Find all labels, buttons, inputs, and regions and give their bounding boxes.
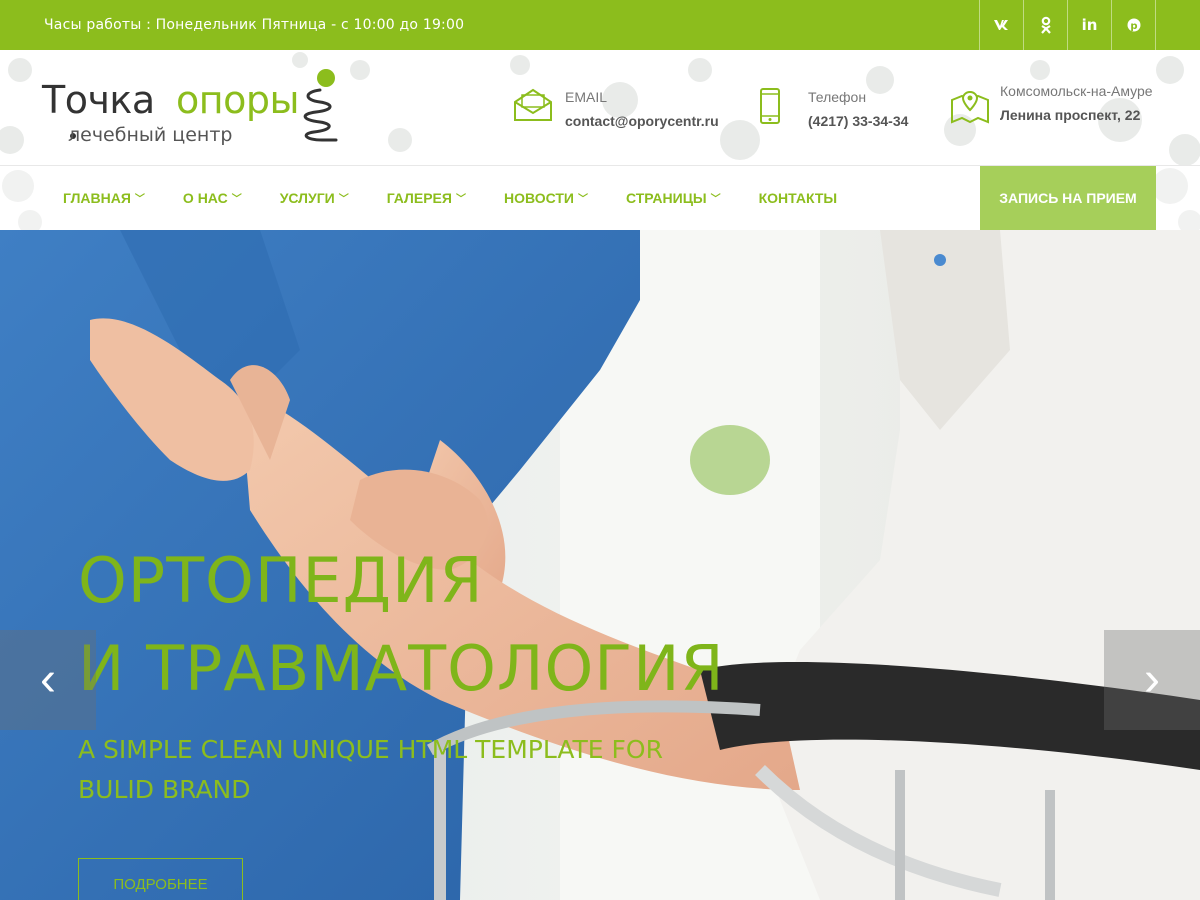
nav-item-services[interactable]: УСЛУГИ ﹀ [261, 166, 368, 230]
header: Точка опоры лечебный центр EMAIL contact… [0, 50, 1200, 166]
address-city: Комсомольск-на-Амуре [1000, 83, 1153, 99]
nav-item-label: СТРАНИЦЫ [625, 190, 707, 206]
phone-label: Телефон [808, 89, 867, 105]
hero-subtitle: A SIMPLE CLEAN UNIQUE HTML TEMPLATE FOR … [78, 735, 663, 804]
nav-item-label: НОВОСТИ [503, 190, 574, 206]
nav-item-about[interactable]: О НАС ﹀ [164, 166, 261, 230]
nav-item-label: ГЛАВНАЯ [63, 190, 131, 206]
slider-prev-button[interactable]: ‹ [0, 630, 96, 730]
chevron-down-icon: ﹀ [231, 194, 242, 205]
nav-item-label: ГАЛЕРЕЯ [386, 190, 452, 206]
logo-tagline: лечебный центр [68, 124, 233, 146]
contact-email: EMAIL contact@oporycentr.ru [513, 88, 719, 130]
contact-phone: Телефон (4217) 33-34-34 [760, 88, 908, 130]
nav-item-contacts[interactable]: КОНТАКТЫ [740, 166, 856, 230]
slider-next-button[interactable]: › [1104, 630, 1200, 730]
chevron-down-icon: ﹀ [338, 194, 349, 205]
logo-word-2: опоры [176, 78, 299, 122]
odnoklassniki-icon[interactable] [1024, 0, 1068, 50]
hero-title-line-1: ОРТОПЕДИЯ [78, 544, 484, 617]
linkedin-icon[interactable]: in [1068, 0, 1112, 50]
nav-item-label: УСЛУГИ [279, 190, 335, 206]
chevron-down-icon: ﹀ [455, 194, 466, 205]
working-hours: Часы работы : Понедельник Пятница - с 10… [44, 17, 465, 33]
hero-slider: ОРТОПЕДИЯ И ТРАВМАТОЛОГИЯ A SIMPLE CLEAN… [0, 230, 1200, 900]
logo[interactable]: Точка опоры лечебный центр [42, 68, 342, 148]
nav-item-gallery[interactable]: ГАЛЕРЕЯ ﹀ [368, 166, 485, 230]
top-bar: Часы работы : Понедельник Пятница - с 10… [0, 0, 1200, 50]
chevron-down-icon: ﹀ [577, 194, 588, 205]
email-value[interactable]: contact@oporycentr.ru [565, 112, 719, 130]
contact-address: Комсомольск-на-Амуре Ленина проспект, 22 [950, 83, 1153, 129]
pinterest-icon[interactable]: p [1112, 0, 1156, 50]
nav-item-label: О НАС [182, 190, 228, 206]
chevron-down-icon: ﹀ [710, 194, 721, 205]
nav-item-home[interactable]: ГЛАВНАЯ ﹀ [44, 166, 164, 230]
vk-icon[interactable] [980, 0, 1024, 50]
appointment-button[interactable]: ЗАПИСЬ НА ПРИЕМ [980, 166, 1156, 230]
envelope-icon [513, 88, 553, 127]
svg-text:p: p [1130, 21, 1137, 32]
chevron-down-icon: ﹀ [134, 194, 145, 205]
nav-item-pages[interactable]: СТРАНИЦЫ ﹀ [607, 166, 740, 230]
spine-logo-icon [303, 69, 338, 142]
address-street: Ленина проспект, 22 [1000, 107, 1141, 123]
nav-item-news[interactable]: НОВОСТИ ﹀ [485, 166, 607, 230]
map-pin-icon [950, 88, 990, 129]
nav-item-label: КОНТАКТЫ [758, 190, 838, 206]
chevron-right-icon: › [1144, 653, 1160, 706]
hero-title-line-2: И ТРАВМАТОЛОГИЯ [78, 632, 725, 705]
email-label: EMAIL [565, 89, 608, 105]
social-links: in p [979, 0, 1156, 50]
chevron-left-icon: ‹ [40, 653, 56, 706]
phone-value[interactable]: (4217) 33-34-34 [808, 112, 908, 130]
mobile-phone-icon [760, 88, 780, 129]
nav-items: ГЛАВНАЯ ﹀ О НАС ﹀ УСЛУГИ ﹀ ГАЛЕРЕЯ ﹀ НОВОСТИ… [44, 166, 856, 230]
read-more-button[interactable]: ПОДРОБНЕЕ [78, 858, 243, 900]
logo-word-1: Точка [42, 78, 155, 122]
